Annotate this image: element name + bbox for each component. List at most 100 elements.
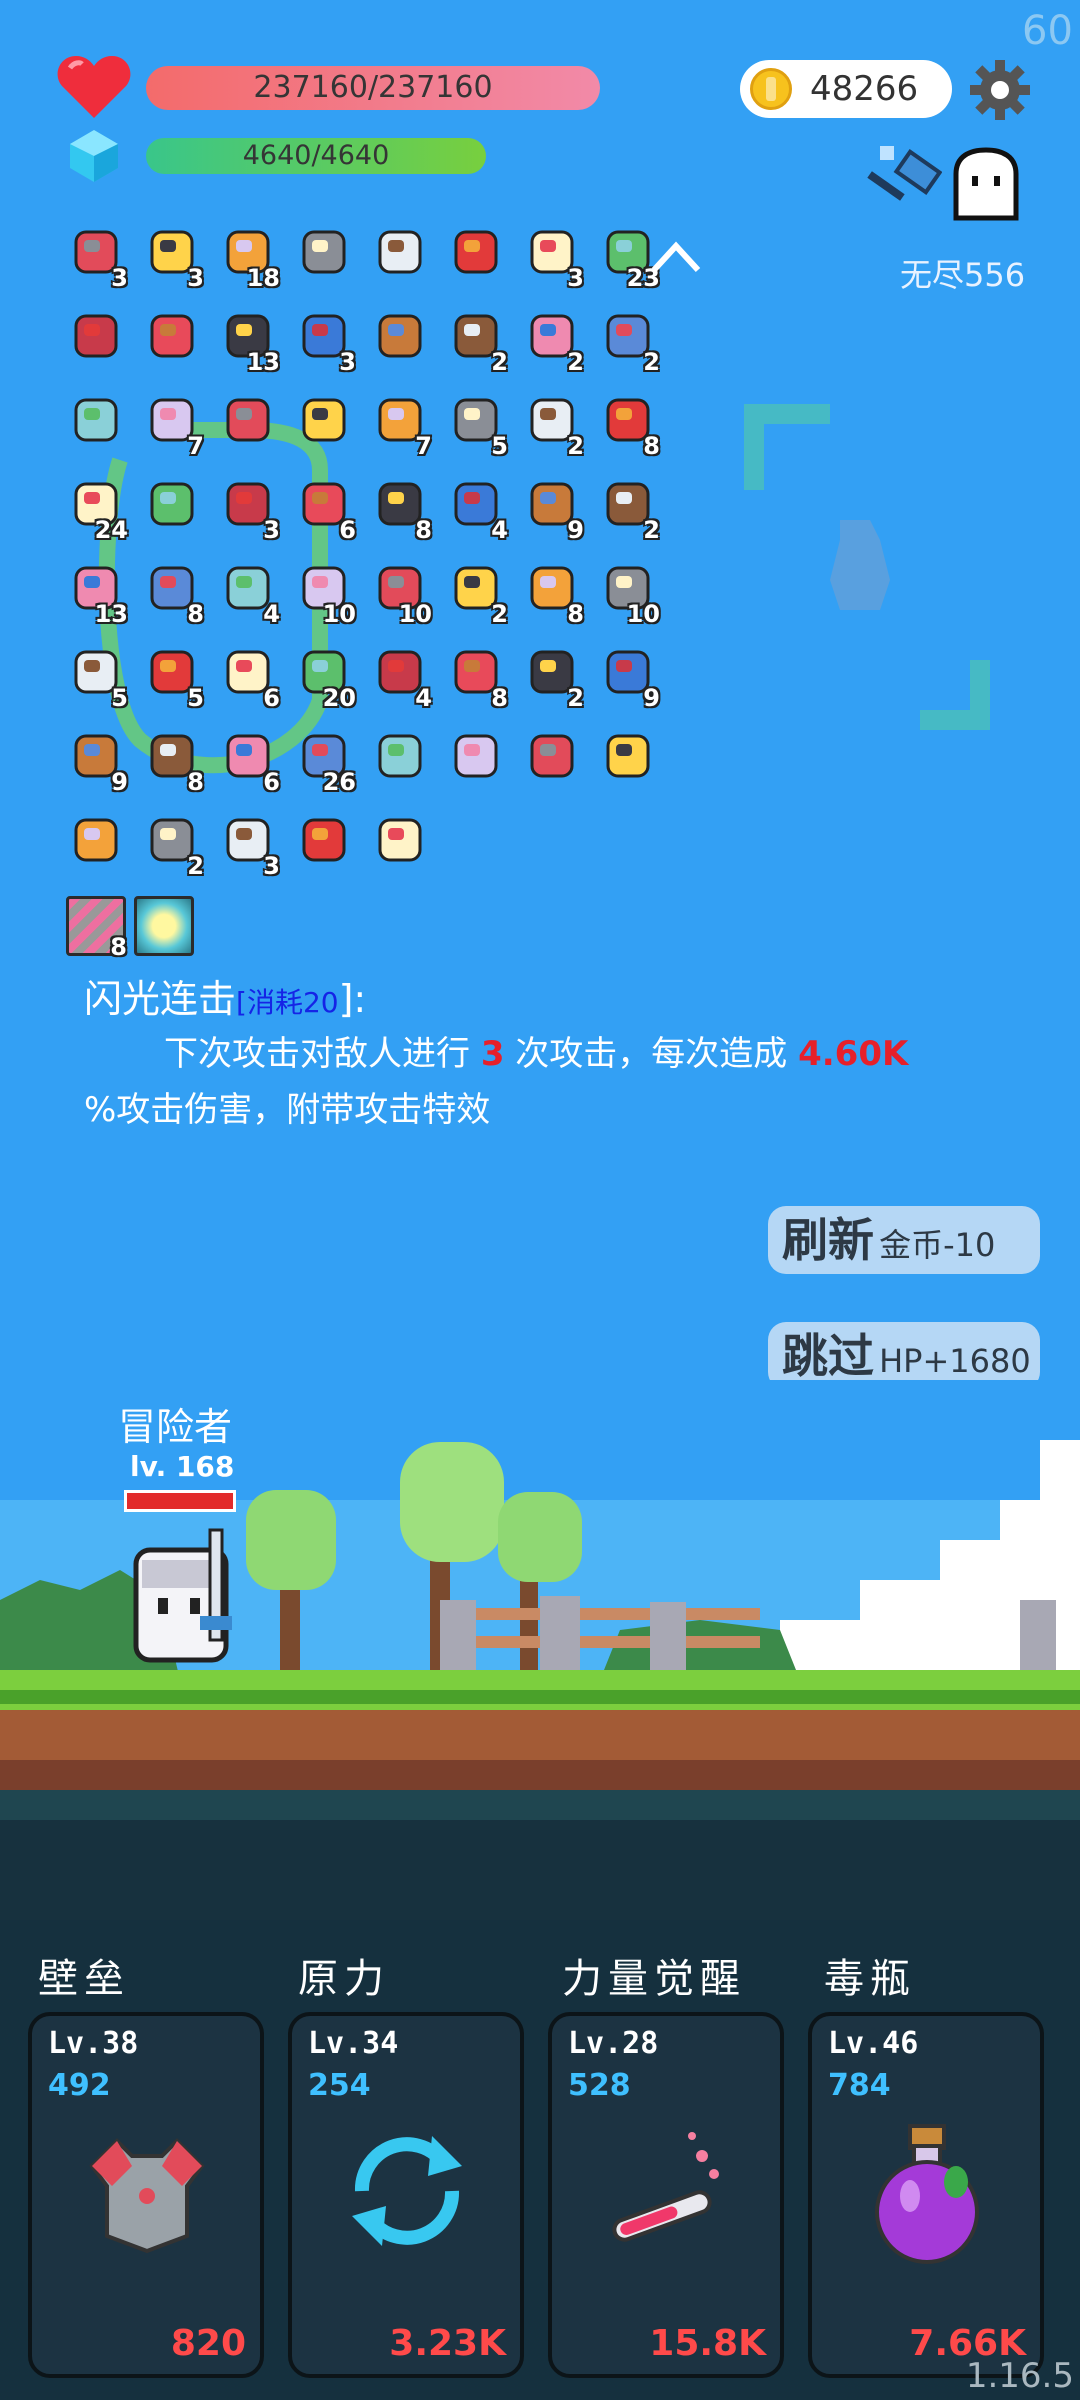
- skill-sparkle-card[interactable]: [134, 896, 194, 956]
- item-count: 3: [339, 348, 356, 376]
- inventory-item[interactable]: 3: [214, 470, 282, 544]
- armor-icon: [89, 2138, 205, 2254]
- inventory-item[interactable]: 7: [138, 386, 206, 460]
- inventory-item[interactable]: 3: [290, 302, 358, 376]
- inventory-item[interactable]: 3: [138, 218, 206, 292]
- item-count: 24: [94, 516, 128, 544]
- item-count: 26: [322, 768, 356, 796]
- inventory-item[interactable]: 5: [442, 386, 510, 460]
- item-count: 18: [246, 264, 280, 292]
- upgrade-card-poison[interactable]: Lv.46 784 7.66K: [808, 2012, 1044, 2378]
- inventory-item[interactable]: [62, 302, 130, 376]
- inventory-item[interactable]: 7: [366, 386, 434, 460]
- skull-book-icon: [226, 398, 270, 442]
- inventory-item[interactable]: [366, 218, 434, 292]
- inventory-item[interactable]: 4: [214, 554, 282, 628]
- inventory-item[interactable]: 2: [518, 386, 586, 460]
- inventory-item[interactable]: 8: [594, 386, 662, 460]
- inventory-item[interactable]: [366, 302, 434, 376]
- item-count: 4: [415, 684, 432, 712]
- inventory-item[interactable]: 10: [366, 554, 434, 628]
- inventory-item[interactable]: 9: [594, 638, 662, 712]
- item-count: 8: [187, 768, 204, 796]
- refresh-button[interactable]: 刷新 金币-10: [768, 1206, 1040, 1274]
- inventory-item[interactable]: 13: [214, 302, 282, 376]
- inventory-item[interactable]: [138, 302, 206, 376]
- upgrade-card-bulwark[interactable]: Lv.38 492 820: [28, 2012, 264, 2378]
- card-value: 784: [828, 2068, 891, 2103]
- inventory-item[interactable]: [290, 806, 358, 880]
- item-count: 2: [643, 516, 660, 544]
- inventory-item[interactable]: 4: [442, 470, 510, 544]
- inventory-item[interactable]: [290, 386, 358, 460]
- inventory-item[interactable]: [214, 386, 282, 460]
- ghost-icon[interactable]: [948, 146, 1024, 222]
- inventory-item[interactable]: 24: [62, 470, 130, 544]
- inventory-item[interactable]: 3: [214, 806, 282, 880]
- inventory-item[interactable]: 5: [62, 638, 130, 712]
- inventory-item[interactable]: 2: [518, 638, 586, 712]
- inventory-item[interactable]: 6: [290, 470, 358, 544]
- upgrade-card-power-awaken[interactable]: Lv.28 528 15.8K: [548, 2012, 784, 2378]
- item-count: 2: [567, 684, 584, 712]
- inventory-item[interactable]: 2: [138, 806, 206, 880]
- inventory-item[interactable]: 3: [518, 218, 586, 292]
- pill-icon: [74, 398, 118, 442]
- inventory-item[interactable]: 2: [442, 302, 510, 376]
- helmet-icon: [302, 398, 346, 442]
- inventory-item[interactable]: [62, 386, 130, 460]
- gear-icon[interactable]: [968, 58, 1032, 122]
- item-count: 3: [111, 264, 128, 292]
- inventory-item[interactable]: 2: [442, 554, 510, 628]
- inventory-item[interactable]: [594, 722, 662, 796]
- inventory-item[interactable]: 8: [366, 470, 434, 544]
- inventory-item[interactable]: 26: [290, 722, 358, 796]
- inventory-item[interactable]: 5: [138, 638, 206, 712]
- inventory-item[interactable]: [442, 218, 510, 292]
- chevron-up-icon[interactable]: [648, 236, 704, 276]
- inventory-item[interactable]: 13: [62, 554, 130, 628]
- item-count: 5: [491, 432, 508, 460]
- sword-icon: [378, 230, 422, 274]
- speech-bubble-icon: [302, 818, 346, 862]
- inventory-item[interactable]: 8: [518, 554, 586, 628]
- inventory-item[interactable]: [138, 470, 206, 544]
- fps-counter: 60: [1022, 8, 1073, 54]
- inventory-item[interactable]: 8: [442, 638, 510, 712]
- inventory-item[interactable]: [366, 722, 434, 796]
- inventory-item[interactable]: [366, 806, 434, 880]
- inventory-item[interactable]: 8: [138, 554, 206, 628]
- card-power: 820: [170, 2323, 246, 2364]
- refresh-label: 刷新: [782, 1213, 874, 1267]
- inventory-item[interactable]: 9: [518, 470, 586, 544]
- inventory-item[interactable]: 4: [366, 638, 434, 712]
- inventory-item[interactable]: 6: [214, 638, 282, 712]
- inventory-item[interactable]: [290, 218, 358, 292]
- desc-line2: %攻击伤害，附带攻击特效: [84, 1090, 491, 1130]
- inventory-item[interactable]: [518, 722, 586, 796]
- card-level: Lv.34: [308, 2026, 399, 2061]
- inventory-item[interactable]: 10: [290, 554, 358, 628]
- inventory-item[interactable]: 20: [290, 638, 358, 712]
- inventory-item[interactable]: 8: [138, 722, 206, 796]
- inventory-item[interactable]: 10: [594, 554, 662, 628]
- inventory-item[interactable]: 2: [518, 302, 586, 376]
- inventory-item[interactable]: 2: [594, 302, 662, 376]
- item-count: 8: [643, 432, 660, 460]
- inventory-item[interactable]: 18: [214, 218, 282, 292]
- skill-cost-close: ]:: [338, 977, 367, 1021]
- item-count: 7: [415, 432, 432, 460]
- hammer-icon[interactable]: [860, 146, 942, 224]
- inventory-item[interactable]: 9: [62, 722, 130, 796]
- inventory-item[interactable]: 3: [62, 218, 130, 292]
- inventory-item[interactable]: 2: [594, 470, 662, 544]
- upgrade-card-force[interactable]: Lv.34 254 3.23K: [288, 2012, 524, 2378]
- inventory-item[interactable]: [62, 806, 130, 880]
- skill-cost-open: [: [236, 986, 247, 1019]
- inventory-item[interactable]: 6: [214, 722, 282, 796]
- gem-icon: [606, 734, 650, 778]
- heart-icon: [57, 56, 131, 118]
- inventory-item[interactable]: [442, 722, 510, 796]
- item-count: 3: [263, 516, 280, 544]
- skill-stripes-card[interactable]: 8: [66, 896, 127, 961]
